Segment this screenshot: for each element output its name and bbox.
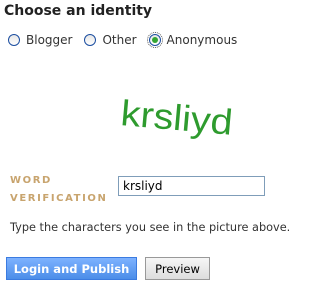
captcha-image: krsliyd <box>119 92 234 143</box>
identity-options: Blogger Other Anonymous <box>8 32 249 48</box>
preview-button[interactable]: Preview <box>145 257 210 280</box>
identity-option-anonymous[interactable]: Anonymous <box>146 32 238 48</box>
identity-heading: Choose an identity <box>4 3 153 19</box>
identity-option-blogger[interactable]: Blogger <box>8 33 72 47</box>
identity-option-other[interactable]: Other <box>84 33 137 47</box>
verification-hint: Type the characters you see in the pictu… <box>10 221 291 234</box>
word-verification-label: WORD VERIFICATION <box>10 175 108 204</box>
login-and-publish-button[interactable]: Login and Publish <box>6 257 137 280</box>
anonymous-radio[interactable] <box>146 32 163 48</box>
other-label: Other <box>102 33 137 47</box>
other-radio[interactable] <box>84 34 97 46</box>
blogger-radio[interactable] <box>8 34 20 46</box>
anonymous-label: Anonymous <box>166 33 238 47</box>
blogger-label: Blogger <box>26 33 73 47</box>
word-verification-input[interactable] <box>118 176 265 196</box>
captcha-text: krsliyd <box>119 92 234 143</box>
